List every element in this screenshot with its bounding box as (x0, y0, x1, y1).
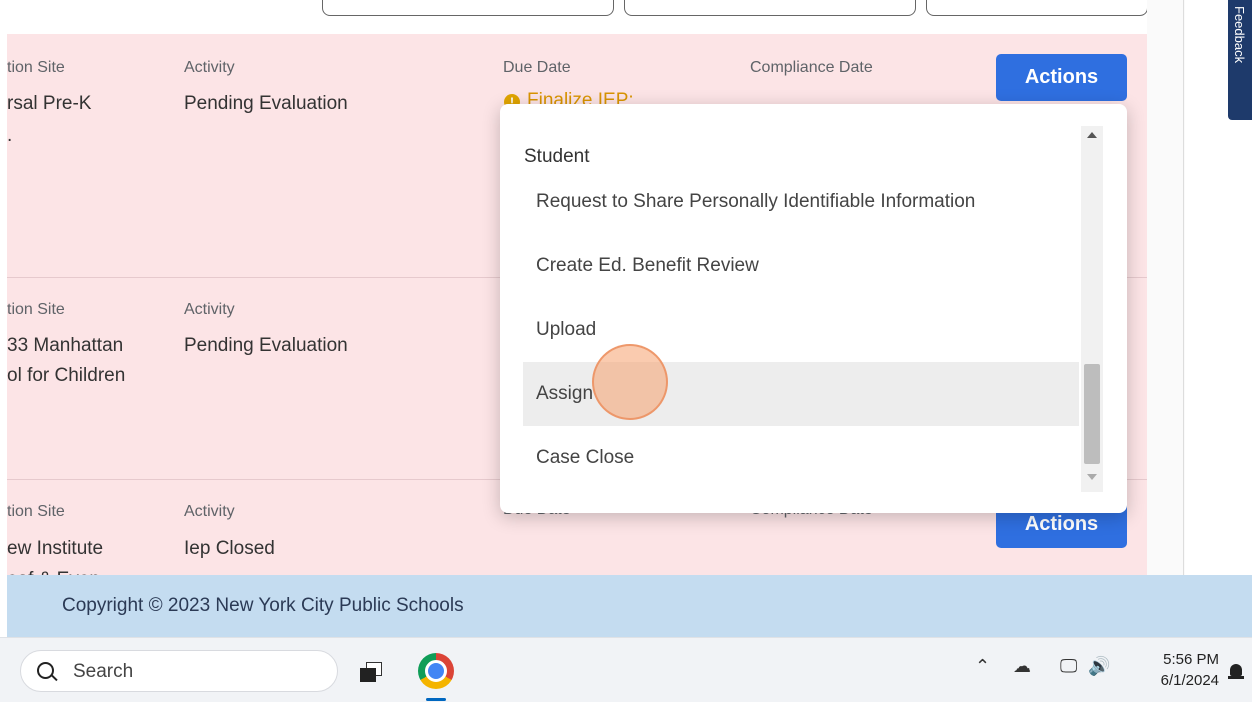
click-indicator (592, 344, 668, 420)
site-label: tion Site (7, 301, 65, 318)
actions-button[interactable]: Actions (996, 54, 1127, 101)
feedback-label: Feedback (1232, 6, 1247, 64)
cloud-off-icon[interactable]: ☁ (1013, 656, 1031, 677)
taskbar-search[interactable]: Search (20, 650, 338, 692)
menu-item-case-close[interactable]: Case Close (523, 426, 1079, 490)
activity-label: Activity (184, 503, 235, 520)
system-clock[interactable]: 5:56 PM 6/1/2024 (1141, 649, 1219, 691)
task-view-icon[interactable] (360, 662, 382, 682)
dropdown-scrollbar[interactable] (1081, 126, 1103, 492)
copyright-text: Copyright © 2023 New York City Public Sc… (62, 595, 464, 616)
network-icon[interactable]: 🖵 (1060, 656, 1077, 677)
right-gutter (1147, 0, 1185, 575)
chevron-up-icon[interactable]: ⌃ (975, 656, 990, 677)
search-icon (37, 662, 54, 679)
site-label: tion Site (7, 59, 65, 76)
menu-item-create-benefit-review[interactable]: Create Ed. Benefit Review (523, 234, 1079, 298)
filter-box-3[interactable] (926, 0, 1148, 16)
scroll-thumb[interactable] (1084, 364, 1100, 464)
compliance-date-label: Compliance Date (750, 59, 873, 76)
site-value-line: . (7, 125, 13, 146)
divider (1183, 0, 1184, 575)
activity-value: Pending Evaluation (184, 93, 348, 114)
activity-value: Iep Closed (184, 538, 275, 559)
site-value-line: ew Institute (7, 538, 104, 559)
scroll-up-arrow-icon[interactable] (1087, 132, 1097, 138)
volume-icon[interactable]: 🔊 (1088, 656, 1110, 677)
notification-bell-icon[interactable] (1228, 664, 1244, 680)
top-toolbar-strip (0, 0, 1252, 34)
site-label: tion Site (7, 503, 65, 520)
site-value-line: rsal Pre-K (7, 93, 92, 114)
chrome-icon[interactable] (418, 653, 454, 689)
search-label: Search (73, 661, 134, 682)
clock-time: 5:56 PM (1163, 651, 1219, 668)
activity-label: Activity (184, 59, 235, 76)
menu-group-label: Student (524, 146, 590, 167)
site-value-line: eaf & Even (7, 564, 100, 575)
feedback-tab[interactable]: Feedback (1228, 0, 1252, 120)
page-footer: Copyright © 2023 New York City Public Sc… (7, 575, 1252, 637)
activity-label: Activity (184, 301, 235, 318)
filter-box-2[interactable] (624, 0, 916, 16)
os-taskbar: Search ⌃ ☁ 🖵 🔊 5:56 PM 6/1/2024 (0, 637, 1252, 702)
clock-date: 6/1/2024 (1160, 672, 1219, 689)
due-date-label: Due Date (503, 59, 571, 76)
menu-item-share-pii[interactable]: Request to Share Personally Identifiable… (523, 170, 1079, 234)
actions-dropdown-menu: Student Request to Share Personally Iden… (500, 104, 1127, 513)
scroll-down-arrow-icon[interactable] (1087, 474, 1097, 480)
filter-box-1[interactable] (322, 0, 614, 16)
site-value-line: 33 Manhattan (7, 335, 124, 356)
site-value-line: ol for Children (7, 365, 126, 386)
activity-value: Pending Evaluation (184, 335, 348, 356)
